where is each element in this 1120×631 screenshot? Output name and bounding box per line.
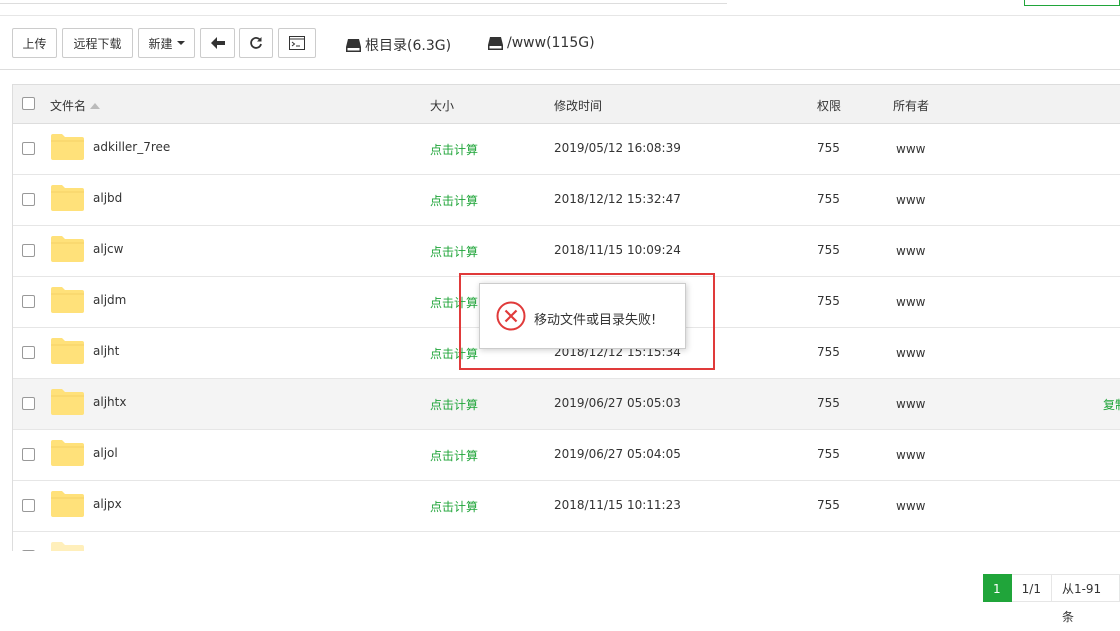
- calc-size-link[interactable]: 点击计算: [430, 294, 478, 311]
- page-current[interactable]: 1: [983, 574, 1012, 602]
- calc-size-link[interactable]: 点击计算: [430, 498, 478, 515]
- refresh-icon: [250, 37, 262, 49]
- row-checkbox[interactable]: [22, 397, 35, 410]
- permission[interactable]: 755: [817, 447, 840, 461]
- table-row[interactable]: aljbd 点击计算 2018/12/12 15:32:47 755 www: [13, 175, 1120, 226]
- owner: www: [896, 295, 926, 309]
- header-size: 大小: [430, 99, 455, 113]
- permission[interactable]: 755: [817, 243, 840, 257]
- folder-icon: [51, 440, 84, 466]
- pagination: 1 1/1 从1-91条: [983, 574, 1120, 624]
- top-tab-bar: [0, 0, 727, 4]
- header-mtime: 修改时间: [554, 99, 603, 113]
- hard-drive-icon: [488, 36, 503, 50]
- modified-time: 2018/11/15 10:09:24: [554, 243, 681, 257]
- header-name[interactable]: 文件名: [50, 97, 101, 114]
- header-perm: 权限: [817, 99, 842, 113]
- owner: www: [896, 397, 926, 411]
- owner: www: [896, 142, 926, 156]
- row-checkbox[interactable]: [22, 193, 35, 206]
- table-row-partial: [13, 532, 1120, 551]
- disk-root[interactable]: 根目录(6.3G): [346, 35, 451, 55]
- folder-icon: [51, 389, 84, 415]
- arrow-left-icon: [210, 37, 225, 49]
- file-name[interactable]: aljht: [93, 344, 119, 358]
- permission[interactable]: 755: [817, 498, 840, 512]
- file-name[interactable]: aljcw: [93, 242, 123, 256]
- back-button[interactable]: [200, 28, 235, 58]
- folder-icon: [51, 134, 84, 160]
- calc-size-link[interactable]: 点击计算: [430, 345, 478, 362]
- terminal-icon: [289, 36, 305, 50]
- owner: www: [896, 499, 926, 513]
- modified-time: 2019/06/27 05:04:05: [554, 447, 681, 461]
- row-checkbox[interactable]: [22, 295, 35, 308]
- modified-time: 2018/12/12 15:32:47: [554, 192, 681, 206]
- permission[interactable]: 755: [817, 294, 840, 308]
- header-owner: 所有者: [893, 99, 930, 113]
- sort-asc-icon: [90, 103, 101, 109]
- folder-icon: [51, 236, 84, 262]
- permission[interactable]: 755: [817, 192, 840, 206]
- calc-size-link[interactable]: 点击计算: [430, 243, 478, 260]
- error-message: 移动文件或目录失败!: [534, 313, 657, 328]
- error-toast: 移动文件或目录失败!: [479, 283, 686, 349]
- row-checkbox[interactable]: [22, 142, 35, 155]
- disk-www[interactable]: /www(115G): [488, 35, 595, 51]
- select-all-checkbox[interactable]: [22, 97, 35, 110]
- terminal-button[interactable]: [278, 28, 316, 58]
- permission[interactable]: 755: [817, 345, 840, 359]
- table-header: 文件名 大小 修改时间 权限 所有者: [13, 84, 1120, 124]
- owner: www: [896, 448, 926, 462]
- top-right-box: [1024, 0, 1120, 6]
- calc-size-link[interactable]: 点击计算: [430, 447, 478, 464]
- table-row[interactable]: aljol 点击计算 2019/06/27 05:04:05 755 www: [13, 430, 1120, 481]
- row-checkbox[interactable]: [22, 346, 35, 359]
- modified-time: 2019/06/27 05:05:03: [554, 396, 681, 410]
- folder-icon: [51, 287, 84, 313]
- folder-icon: [51, 185, 84, 211]
- error-x-icon: [496, 301, 526, 331]
- page-count: 1/1: [1011, 574, 1052, 602]
- disk-root-label: 根目录(6.3G): [365, 38, 452, 54]
- table-row[interactable]: adkiller_7ree 点击计算 2019/05/12 16:08:39 755 w…: [13, 124, 1120, 175]
- upload-button[interactable]: 上传: [12, 28, 57, 58]
- modified-time: 2018/11/15 10:11:23: [554, 498, 681, 512]
- folder-icon: [51, 338, 84, 364]
- owner: www: [896, 346, 926, 360]
- caret-down-icon: [176, 41, 185, 45]
- file-name[interactable]: aljbd: [93, 191, 122, 205]
- row-checkbox[interactable]: [22, 550, 35, 551]
- top-strip: [0, 0, 1120, 16]
- toolbar: 上传 远程下载 新建 根目录(6.3G) /www(115G): [0, 16, 1120, 70]
- copy-link[interactable]: 复制: [1103, 396, 1120, 413]
- permission[interactable]: 755: [817, 141, 840, 155]
- hard-drive-icon: [346, 38, 361, 52]
- file-name[interactable]: aljhtx: [93, 395, 126, 409]
- row-checkbox[interactable]: [22, 448, 35, 461]
- folder-icon: [51, 491, 84, 517]
- remote-download-button[interactable]: 远程下载: [62, 28, 133, 58]
- owner: www: [896, 193, 926, 207]
- modified-time: 2019/05/12 16:08:39: [554, 141, 681, 155]
- folder-icon: [51, 542, 84, 551]
- row-checkbox[interactable]: [22, 499, 35, 512]
- refresh-button[interactable]: [239, 28, 273, 58]
- file-name[interactable]: adkiller_7ree: [93, 140, 170, 154]
- row-checkbox[interactable]: [22, 244, 35, 257]
- file-name[interactable]: aljdm: [93, 293, 126, 307]
- permission[interactable]: 755: [817, 396, 840, 410]
- disk-www-label: /www(115G): [507, 35, 595, 51]
- file-name[interactable]: aljpx: [93, 497, 122, 511]
- record-range: 从1-91条: [1051, 574, 1120, 624]
- new-dropdown-button[interactable]: 新建: [138, 28, 195, 58]
- table-row[interactable]: aljpx 点击计算 2018/11/15 10:11:23 755 www: [13, 481, 1120, 532]
- table-row[interactable]: aljcw 点击计算 2018/11/15 10:09:24 755 www: [13, 226, 1120, 277]
- calc-size-link[interactable]: 点击计算: [430, 192, 478, 209]
- owner: www: [896, 244, 926, 258]
- table-row[interactable]: aljhtx 点击计算 2019/06/27 05:05:03 755 www 复制: [13, 379, 1120, 430]
- file-name[interactable]: aljol: [93, 446, 118, 460]
- calc-size-link[interactable]: 点击计算: [430, 396, 478, 413]
- calc-size-link[interactable]: 点击计算: [430, 141, 478, 158]
